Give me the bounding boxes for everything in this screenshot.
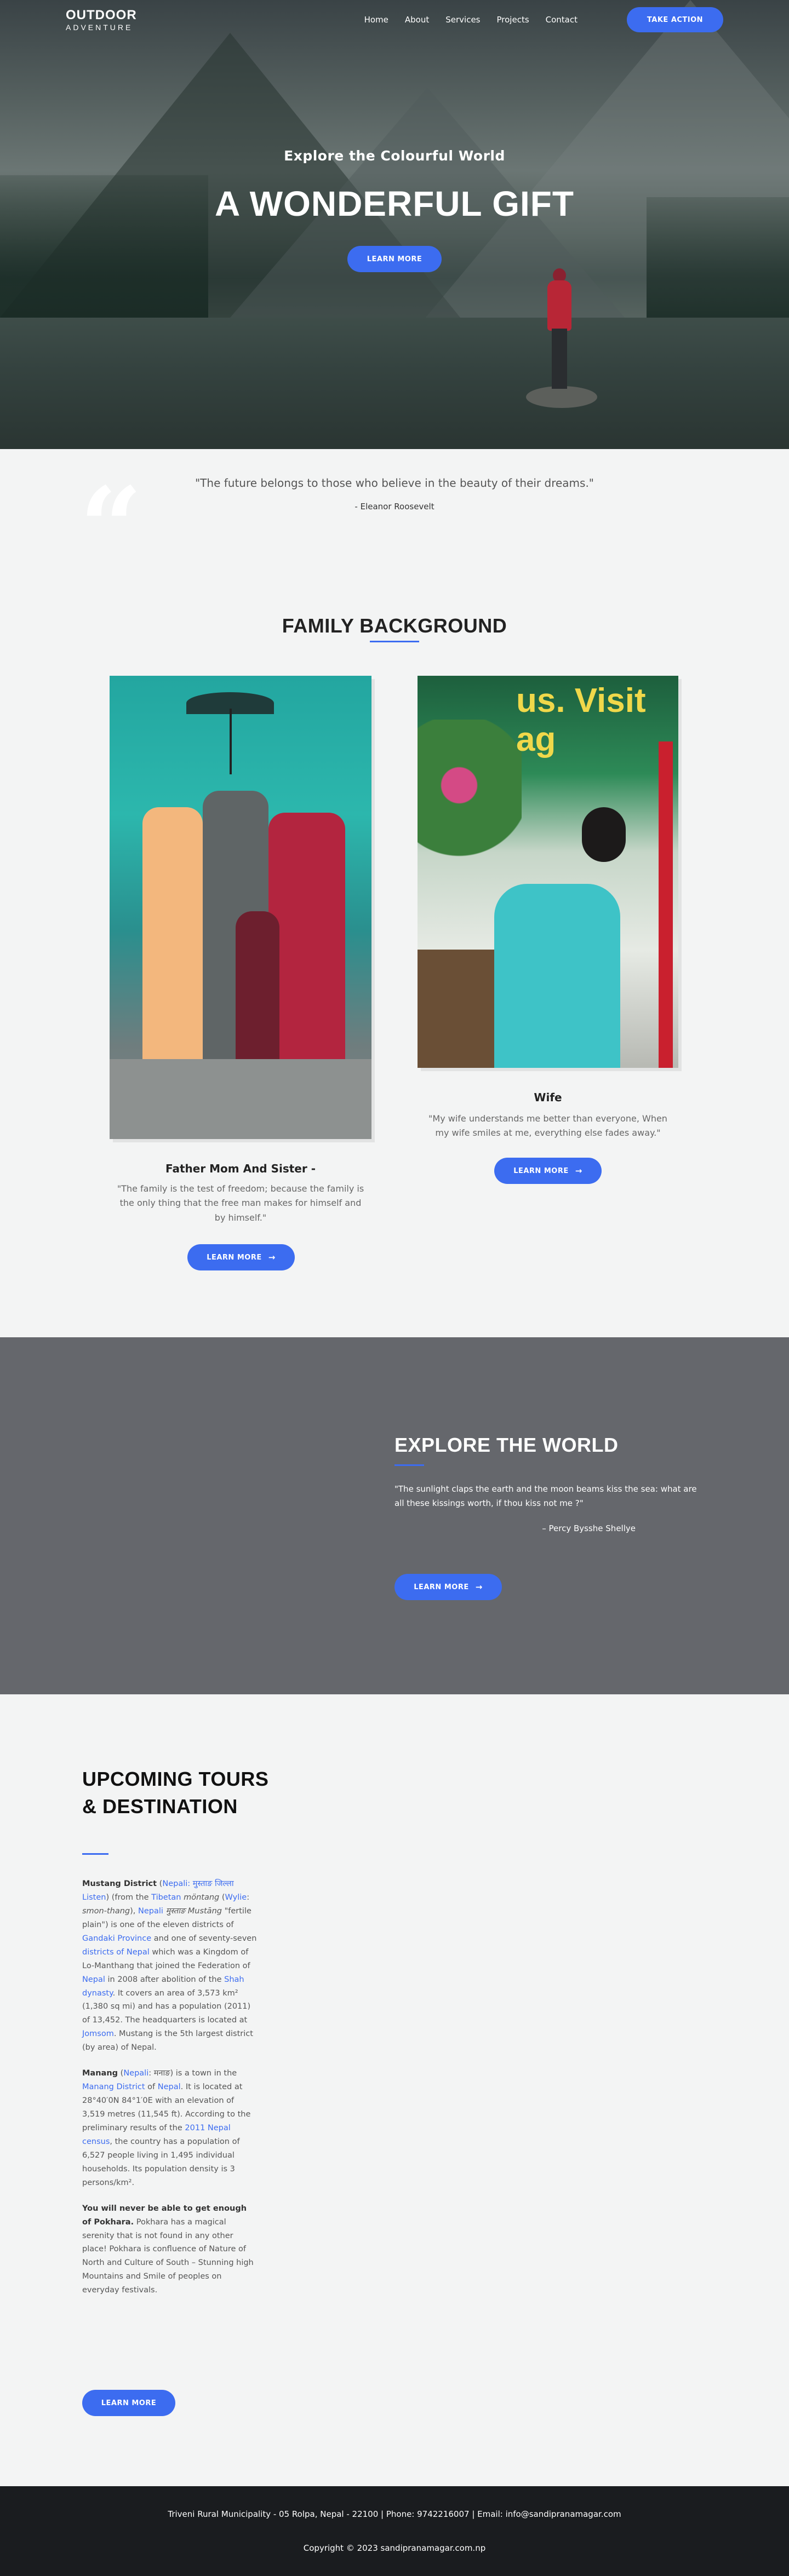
card1-learn-more-button[interactable]: LEARN MORE → [187, 1244, 295, 1270]
wife-photo: us. Visit ag [418, 676, 678, 1068]
card2-title: Wife [534, 1091, 562, 1104]
nav-item-about[interactable]: About [405, 15, 429, 25]
hero-subtitle: Explore the Colourful World [284, 148, 505, 164]
explore-learn-more-button[interactable]: LEARN MORE → [395, 1574, 502, 1600]
card1-title: Father Mom And Sister - [165, 1162, 316, 1175]
hero-content: Explore the Colourful World A WONDERFUL … [0, 148, 789, 272]
quote-section: “ "The future belongs to those who belie… [0, 449, 789, 542]
site-logo[interactable]: OUTDOOR ADVENTURE [66, 7, 137, 32]
hero-section: OUTDOOR ADVENTURE Home About Services Pr… [0, 0, 789, 449]
tours-section: UPCOMING TOURS & DESTINATION Mustang Dis… [0, 1694, 789, 2486]
logo-subtitle: ADVENTURE [66, 22, 133, 32]
family-photo [110, 676, 371, 1139]
title-underline [82, 1853, 108, 1855]
explore-quote: "The sunlight claps the earth and the mo… [395, 1484, 697, 1509]
tours-description: Mustang District (Nepali: मुस्ताङ जिल्ला… [82, 1877, 258, 2309]
nav-item-home[interactable]: Home [364, 15, 388, 25]
photo-sign-text: us. Visit ag [516, 682, 646, 758]
nav-menu: Home About Services Projects Contact TAK… [348, 7, 723, 32]
card1-text: "The family is the test of freedom; beca… [117, 1183, 364, 1223]
tours-learn-more-button[interactable]: LEARN MORE [82, 2390, 175, 2416]
top-nav: OUTDOOR ADVENTURE Home About Services Pr… [0, 0, 789, 39]
card2-learn-more-button[interactable]: LEARN MORE → [494, 1158, 602, 1184]
title-underline [395, 1464, 424, 1466]
tours-title: UPCOMING TOURS & DESTINATION [82, 1768, 269, 1818]
nav-item-projects[interactable]: Projects [497, 15, 529, 25]
quote-author: - Eleanor Roosevelt [355, 502, 434, 511]
footer-contact: Triveni Rural Municipality - 05 Rolpa, N… [168, 2509, 621, 2519]
logo-title: OUTDOOR [66, 7, 137, 22]
nav-item-services[interactable]: Services [445, 15, 480, 25]
family-section: FAMILY BACKGROUND Father Mom And Sister … [0, 542, 789, 1337]
explore-author: – Percy Bysshe Shellye [542, 1523, 636, 1533]
nav-item-contact[interactable]: Contact [546, 15, 578, 25]
pokhara-paragraph: You will never be able to get enough of … [82, 2204, 254, 2295]
manang-paragraph: Manang (Nepali: मनाङ) is a town in the M… [82, 2069, 251, 2187]
arrow-right-icon: → [268, 1252, 276, 1262]
site-footer: Triveni Rural Municipality - 05 Rolpa, N… [0, 2486, 789, 2576]
hero-title: A WONDERFUL GIFT [215, 184, 574, 223]
explore-button-label: LEARN MORE [414, 1583, 469, 1591]
title-underline [370, 641, 419, 642]
arrow-right-icon: → [475, 1582, 483, 1592]
take-action-button[interactable]: TAKE ACTION [627, 7, 723, 32]
explore-section: EXPLORE THE WORLD "The sunlight claps th… [0, 1337, 789, 1694]
footer-copyright: Copyright © 2023 sandipranamagar.com.np [303, 2543, 486, 2553]
card2-button-label: LEARN MORE [513, 1166, 569, 1175]
hero-person [545, 268, 574, 394]
card2-text: "My wife understands me better than ever… [428, 1113, 667, 1138]
mustang-paragraph: Mustang District (Nepali: मुस्ताङ जिल्ला… [82, 1879, 257, 2052]
card1-button-label: LEARN MORE [207, 1253, 262, 1262]
hero-learn-more-button[interactable]: LEARN MORE [347, 246, 442, 272]
explore-title: EXPLORE THE WORLD [395, 1434, 619, 1456]
family-title: FAMILY BACKGROUND [282, 614, 507, 637]
hero-lake [0, 318, 789, 449]
quote-text: "The future belongs to those who believe… [195, 476, 594, 490]
arrow-right-icon: → [575, 1166, 582, 1176]
